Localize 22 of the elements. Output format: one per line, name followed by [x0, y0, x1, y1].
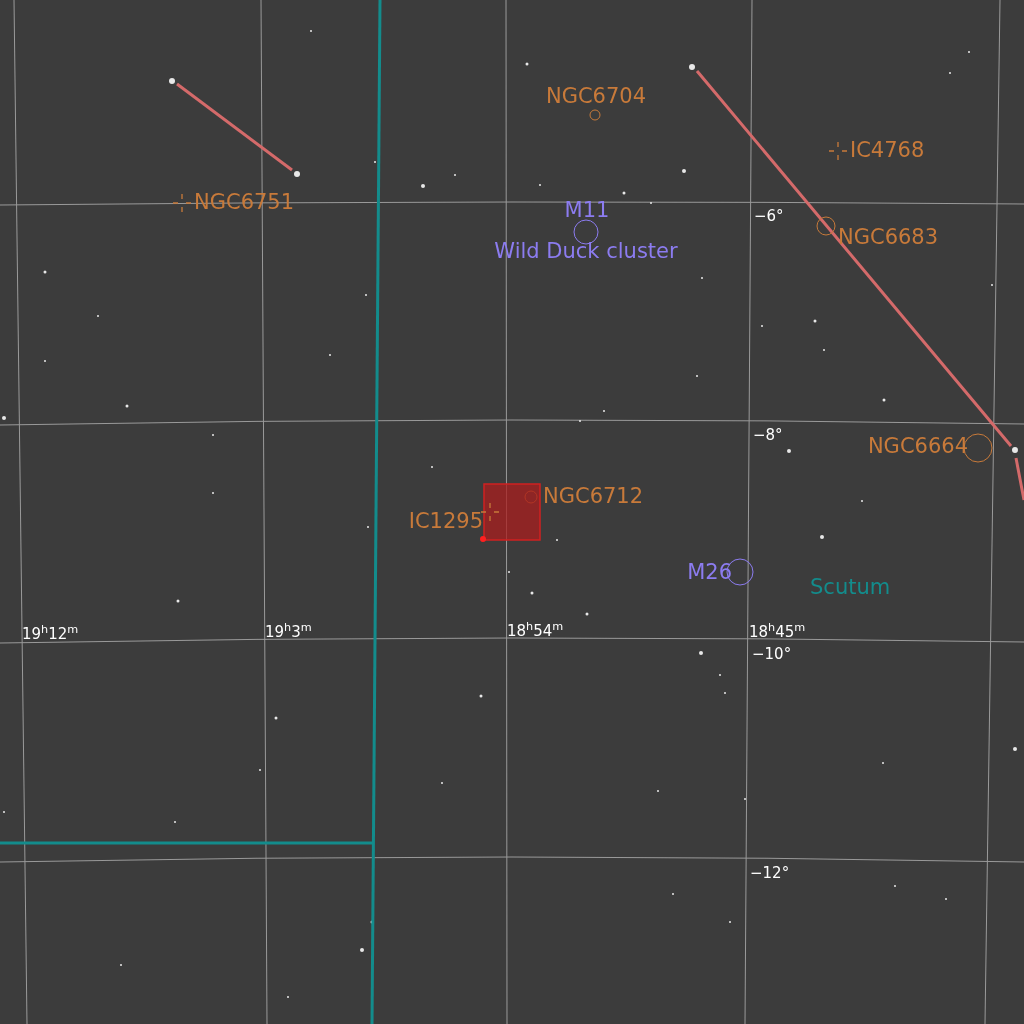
- cluster-circle-icon[interactable]: [589, 109, 601, 121]
- object-label: NGC6751: [194, 190, 295, 214]
- dec-label: −6°: [754, 207, 784, 225]
- object-label: IC4768: [850, 138, 925, 162]
- dec-label: −12°: [750, 864, 790, 882]
- ra-label: 19$^{h}$3$^{m}$: [265, 623, 312, 641]
- dec-label: −10°: [752, 645, 792, 663]
- object-label: M11: [564, 198, 610, 222]
- object-label: IC1295: [408, 509, 483, 533]
- nebula-cross-icon[interactable]: [480, 502, 500, 522]
- object-name: Wild Duck cluster: [494, 239, 678, 263]
- nebula-cross-icon[interactable]: [828, 141, 848, 161]
- object-label: NGC6704: [545, 84, 647, 108]
- object-label: NGC6683: [838, 225, 939, 249]
- cluster-circle-icon[interactable]: [816, 216, 836, 236]
- dec-label: −8°: [753, 426, 783, 444]
- ra-label: 18$^{h}$54$^{m}$: [507, 622, 564, 640]
- constellation-name: Scutum: [810, 575, 891, 599]
- ra-label: 18$^{h}$45$^{m}$: [749, 623, 806, 641]
- nebula-cross-icon[interactable]: [172, 193, 192, 213]
- ra-label: 19$^{h}$12$^{m}$: [22, 625, 79, 643]
- object-label: NGC6712: [543, 484, 644, 508]
